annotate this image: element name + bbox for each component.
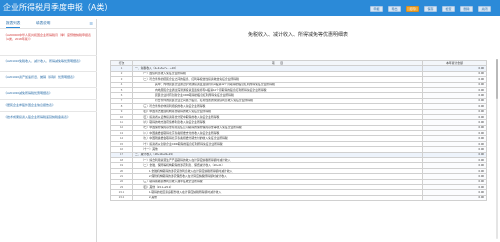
table-row: 23.2 2.其他 0.00 (110, 194, 487, 202)
close-button[interactable]: 关闭 (478, 6, 491, 12)
scrollbar-thumb[interactable] (496, 59, 498, 99)
main-content: 免税收入、减计收入、所得减免等优惠明细表 行次 项 目 本年累计金额 1 一、免税… (98, 19, 500, 242)
page-title: 企业所得税月季度申报（A类） (3, 3, 113, 12)
row-item: 2.其他 (132, 194, 423, 202)
divider (0, 99, 97, 100)
print-button[interactable]: 打印 (406, 6, 419, 12)
sidebar-item-a201020[interactable]: 《A201020资产加速折旧、摊销（扣除）优惠明细表》 (4, 75, 94, 79)
sidebar-item-foreign-report[interactable]: 《居民企业参股外国企业信息报告表》 (4, 103, 94, 107)
divider (0, 55, 97, 56)
menu-icon[interactable]: ☰ (89, 21, 93, 26)
check-button[interactable]: 检查 (442, 6, 455, 12)
row-number: 23.2 (110, 194, 133, 202)
export-button[interactable]: 导出 (388, 6, 401, 12)
sidebar-item-a201010[interactable]: 《A201010免税收入、减计收入、所得减免等优惠明细表》 (4, 59, 94, 63)
submit-button[interactable]: 申报 (370, 6, 383, 12)
sidebar: 报表列表 填表说明 ☰ 《A200000中华人民共和国企业所得税月（季）度预缴纳… (0, 19, 97, 242)
sidebar-item-tech-filing[interactable]: 《技术成果投资入股企业所得税递延纳税备案表》 (4, 115, 94, 119)
save-button[interactable]: 保存 (424, 6, 437, 12)
amount-cell[interactable]: 0.00 (422, 194, 487, 202)
form-title: 免税收入、减计收入、所得减免等优惠明细表 (247, 32, 348, 38)
divider (0, 111, 97, 112)
tab-fill-instructions[interactable]: 填表说明 (36, 21, 50, 26)
divider (0, 71, 97, 72)
divider (0, 87, 97, 88)
sidebar-item-a201030[interactable]: 《A201030减免所得税优惠明细表》 (4, 91, 94, 95)
sidebar-item-a200000[interactable]: 《A200000中华人民共和国企业所得税月（季）度预缴纳税申报表（A类，2018… (4, 33, 94, 41)
tab-report-list[interactable]: 报表列表 (6, 21, 21, 28)
preference-table: 行次 项 目 本年累计金额 1 一、免税收入（2+3+6+7+…+16） 0.00 2… (110, 59, 487, 202)
title-bar: 企业所得税月季度申报（A类） 申报 导出 打印 保存 检查 删除 关闭 (0, 0, 500, 16)
delete-button[interactable]: 删除 (460, 6, 473, 12)
scrollbar[interactable] (496, 59, 498, 239)
sidebar-tabs: 报表列表 填表说明 ☰ (0, 19, 97, 29)
